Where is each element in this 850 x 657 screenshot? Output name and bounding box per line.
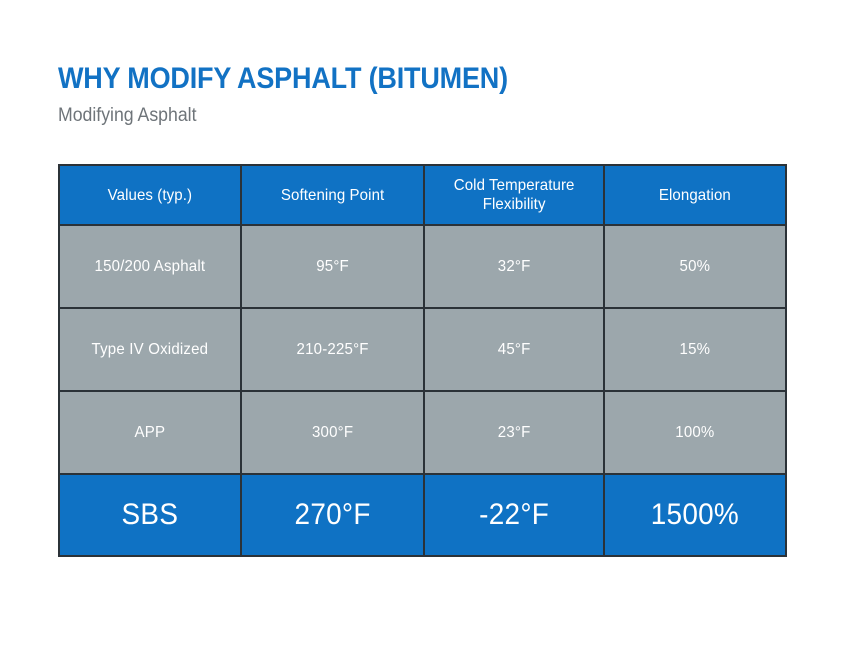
cell-text: -22°F (479, 498, 550, 531)
cell-text: 32°F (497, 257, 531, 275)
column-header-values: Values (typ.) (58, 164, 242, 226)
cell-elongation: 50% (603, 224, 787, 309)
page-title: WHY MODIFY ASPHALT (BITUMEN) (58, 62, 508, 95)
cell-text: 23°F (497, 423, 531, 441)
table-row: APP 300°F 23°F 100% (58, 390, 787, 475)
column-header-cold-temperature-flexibility-line-2: Flexibility (482, 196, 546, 213)
cell-text: 15% (679, 340, 711, 358)
cell-cold-temperature-flexibility: 23°F (422, 390, 606, 475)
cell-cold-temperature-flexibility: -22°F (422, 473, 606, 557)
cell-text: 100% (675, 423, 715, 441)
cell-material-name: SBS (58, 473, 242, 557)
cell-text: 210-225°F (296, 340, 369, 358)
cell-text: APP (134, 423, 166, 441)
cell-text: 50% (679, 257, 711, 275)
cell-elongation: 100% (603, 390, 787, 475)
cell-softening-point: 300°F (239, 390, 425, 475)
column-header-softening-point: Softening Point (239, 164, 425, 226)
column-header-cold-temperature-flexibility: Cold Temperature Flexibility (422, 164, 606, 226)
cell-softening-point: 270°F (239, 473, 425, 557)
column-header-elongation: Elongation (603, 164, 787, 226)
cell-text: Type IV Oxidized (91, 340, 209, 358)
cell-text: SBS (121, 498, 179, 531)
cell-softening-point: 95°F (239, 224, 425, 309)
cell-cold-temperature-flexibility: 32°F (422, 224, 606, 309)
cell-text: 300°F (311, 423, 353, 441)
cell-material-name: APP (58, 390, 242, 475)
asphalt-properties-table: Values (typ.) Softening Point Cold Tempe… (58, 164, 787, 557)
cell-text: 95°F (315, 257, 349, 275)
cell-text: 1500% (650, 498, 740, 531)
page-subtitle: Modifying Asphalt (58, 105, 197, 126)
cell-softening-point: 210-225°F (239, 307, 425, 392)
table-row: 150/200 Asphalt 95°F 32°F 50% (58, 224, 787, 309)
cell-elongation: 1500% (603, 473, 787, 557)
spec-table-container: Values (typ.) Softening Point Cold Tempe… (58, 164, 787, 557)
column-header-cold-temperature-flexibility-line-1: Cold Temperature (453, 177, 575, 194)
cell-material-name: Type IV Oxidized (58, 307, 242, 392)
cell-text: 45°F (497, 340, 531, 358)
heading-block: WHY MODIFY ASPHALT (BITUMEN) Modifying A… (58, 62, 798, 127)
table-row-highlighted: SBS 270°F -22°F 1500% (58, 473, 787, 557)
table-header-row: Values (typ.) Softening Point Cold Tempe… (58, 164, 787, 226)
table-body: 150/200 Asphalt 95°F 32°F 50% Type IV Ox… (58, 224, 787, 557)
table-header: Values (typ.) Softening Point Cold Tempe… (58, 164, 787, 226)
cell-cold-temperature-flexibility: 45°F (422, 307, 606, 392)
slide-canvas: WHY MODIFY ASPHALT (BITUMEN) Modifying A… (0, 0, 850, 657)
table-row: Type IV Oxidized 210-225°F 45°F 15% (58, 307, 787, 392)
cell-material-name: 150/200 Asphalt (58, 224, 242, 309)
cell-text: 270°F (294, 498, 371, 531)
cell-elongation: 15% (603, 307, 787, 392)
cell-text: 150/200 Asphalt (94, 257, 206, 275)
column-header-values-line-1: Values (typ.) (107, 186, 193, 204)
column-header-softening-point-line-1: Softening Point (280, 186, 385, 204)
column-header-elongation-line-1: Elongation (659, 186, 732, 204)
